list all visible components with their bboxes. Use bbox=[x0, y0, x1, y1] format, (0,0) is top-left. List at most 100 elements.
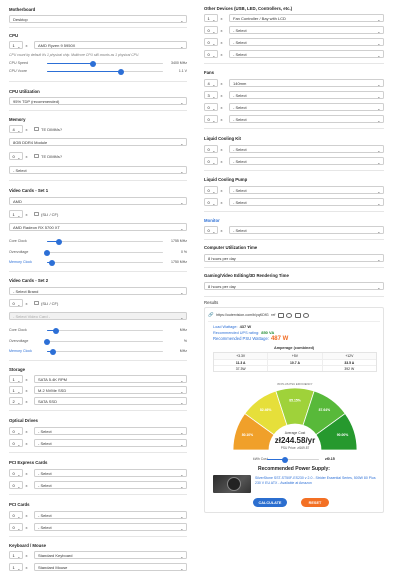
pcie-row-2-qty[interactable]: 0 ⌄ bbox=[9, 481, 23, 489]
pcie-row-2-select[interactable]: - Select ⌄ bbox=[34, 481, 187, 489]
pci-row-2-select[interactable]: - Select ⌄ bbox=[34, 523, 187, 531]
fans-row-2-select[interactable]: - Select ⌄ bbox=[229, 91, 384, 99]
chevron-down-icon: ⌄ bbox=[17, 483, 21, 489]
mouse-row-times: x bbox=[25, 564, 28, 570]
video-set2-core-clock-slider[interactable] bbox=[47, 327, 163, 334]
recommended-psu-link[interactable]: SilverStone SST-ST50F-ES230 v 2.0 - Stri… bbox=[255, 476, 379, 486]
results-url[interactable]: https://outervision.com/b/yqKDfG bbox=[216, 313, 269, 317]
chevron-down-icon: ⌄ bbox=[17, 429, 21, 435]
ups-rating-label: Recommended UPS rating: bbox=[213, 331, 260, 335]
other-row-3-select[interactable]: - Select ⌄ bbox=[229, 38, 384, 46]
storage-row-1-select[interactable]: SATA 5.4K RPM ⌄ bbox=[34, 375, 187, 383]
video-set2-overvoltage-slider[interactable] bbox=[44, 338, 163, 345]
video-set1-qty[interactable]: 1 ⌄ bbox=[9, 210, 23, 218]
video-set1-model-select[interactable]: AMD Radeon RX 5700 XT ⌄ bbox=[9, 223, 187, 231]
liquid-pump-row-2-select[interactable]: - Select ⌄ bbox=[229, 198, 384, 206]
video-set1-checkbox[interactable] bbox=[34, 211, 39, 217]
liquid-pump-row-2-qty[interactable]: 0 ⌄ bbox=[204, 198, 218, 206]
other-row-2-qty[interactable]: 0 ⌄ bbox=[204, 26, 218, 34]
pcie-row-1-select[interactable]: - Select ⌄ bbox=[34, 469, 187, 477]
memory-row-1-qty[interactable]: 4 ⌄ bbox=[9, 125, 23, 133]
cpu-speed-slider[interactable] bbox=[47, 60, 163, 67]
keyboard-row-qty[interactable]: 1 ⌄ bbox=[9, 551, 23, 559]
kwh-cost-slider[interactable] bbox=[267, 456, 319, 463]
pci-row-2-qty[interactable]: 0 ⌄ bbox=[9, 523, 23, 531]
storage-row-3-qty[interactable]: 2 ⌄ bbox=[9, 397, 23, 405]
optical-row-1-select[interactable]: - Select ⌄ bbox=[34, 427, 187, 435]
video-set1-brand-select[interactable]: AMD ⌄ bbox=[9, 197, 187, 205]
motherboard-select[interactable]: Desktop ⌄ bbox=[9, 15, 187, 23]
memory-module-1-select[interactable]: 8GB DDR4 Module ⌄ bbox=[9, 138, 187, 146]
video-set2-model-select[interactable]: - Select Video Card - ⌄ bbox=[9, 312, 187, 320]
video-set2-memory-clock-handle[interactable] bbox=[49, 348, 56, 355]
pci-row-1-select[interactable]: - Select ⌄ bbox=[34, 511, 187, 519]
memory-row-1-checkbox[interactable] bbox=[34, 126, 39, 132]
video-set1-memory-clock-handle[interactable] bbox=[48, 259, 55, 266]
optical-row-2-qty[interactable]: 0 ⌄ bbox=[9, 439, 23, 447]
reset-button[interactable]: RESET bbox=[301, 498, 329, 507]
storage-row-3-select[interactable]: SATA SSD ⌄ bbox=[34, 397, 187, 405]
storage-row-1-qty[interactable]: 1 ⌄ bbox=[9, 375, 23, 383]
storage-row-3-select-value: SATA SSD bbox=[38, 398, 57, 404]
other-row-3-qty[interactable]: 0 ⌄ bbox=[204, 38, 218, 46]
cpu-speed-handle[interactable] bbox=[90, 60, 97, 67]
fans-row-1-qty[interactable]: 4 ⌄ bbox=[204, 79, 218, 87]
gaming-time-select[interactable]: 8 hours per day ⌄ bbox=[204, 282, 384, 290]
video-set1-core-clock-handle[interactable] bbox=[55, 238, 62, 245]
tag-icon[interactable] bbox=[277, 312, 284, 318]
cpu-vcore-handle[interactable] bbox=[118, 68, 125, 75]
cpu-qty[interactable]: 1 ⌄ bbox=[9, 41, 23, 49]
calculate-button[interactable]: CALCULATE bbox=[253, 498, 287, 507]
pci-row-1-qty[interactable]: 0 ⌄ bbox=[9, 511, 23, 519]
amperage-cell: 37.3W bbox=[235, 366, 246, 371]
video-set2-qty[interactable]: 0 ⌄ bbox=[9, 299, 23, 307]
mouse-row-qty[interactable]: 1 ⌄ bbox=[9, 563, 23, 571]
liquid-kit-row-1-select[interactable]: - Select ⌄ bbox=[229, 145, 384, 153]
reddit-icon[interactable] bbox=[294, 312, 301, 318]
fans-row-2-qty[interactable]: 3 ⌄ bbox=[204, 91, 218, 99]
fans-row-3-qty[interactable]: 0 ⌄ bbox=[204, 103, 218, 111]
storage-row-2-select[interactable]: M.2 NVMe SSD ⌄ bbox=[34, 386, 187, 394]
computer-utilization-time-select[interactable]: 8 hours per day ⌄ bbox=[204, 254, 384, 262]
liquid-kit-row-2-qty[interactable]: 0 ⌄ bbox=[204, 157, 218, 165]
cpu-select[interactable]: AMD Ryzen 9 5950X ⌄ bbox=[34, 41, 187, 49]
monitor-row-1-select[interactable]: - Select ⌄ bbox=[229, 226, 384, 234]
liquid-kit-row-2-select[interactable]: - Select ⌄ bbox=[229, 157, 384, 165]
video-set2-memory-clock-slider[interactable] bbox=[47, 348, 163, 355]
video-set2-brand-select[interactable]: - Select Brand ⌄ bbox=[9, 287, 187, 295]
video-set2-core-clock-handle[interactable] bbox=[53, 327, 60, 334]
other-row-4-qty[interactable]: 0 ⌄ bbox=[204, 50, 218, 58]
share-icon[interactable] bbox=[303, 312, 310, 318]
other-row-1-qty[interactable]: 1 ⌄ bbox=[204, 14, 218, 22]
cpu-utilization-select[interactable]: 95% TDP (recommended) ⌄ bbox=[9, 97, 187, 105]
liquid-kit-row-1-qty[interactable]: 0 ⌄ bbox=[204, 145, 218, 153]
memory-module-2-select[interactable]: - Select ⌄ bbox=[9, 166, 187, 174]
liquid-pump-row-1-select[interactable]: - Select ⌄ bbox=[229, 186, 384, 194]
video-set2-overvoltage-handle[interactable] bbox=[44, 338, 50, 345]
forum-icon[interactable] bbox=[286, 312, 293, 318]
fans-row-1-select[interactable]: 140mm ⌄ bbox=[229, 79, 384, 87]
video-set1-core-clock-slider[interactable] bbox=[47, 238, 163, 245]
video-set1-overvoltage-slider[interactable] bbox=[44, 249, 163, 256]
fans-row-4-select[interactable]: - Select ⌄ bbox=[229, 115, 384, 123]
other-row-2-select[interactable]: - Select ⌄ bbox=[229, 26, 384, 34]
other-row-4-select[interactable]: - Select ⌄ bbox=[229, 50, 384, 58]
kwh-cost-handle[interactable] bbox=[282, 456, 289, 463]
keyboard-row-select[interactable]: Standard Keyboard ⌄ bbox=[34, 551, 187, 559]
video-set1-overvoltage-handle[interactable] bbox=[44, 249, 50, 256]
memory-row-2-checkbox[interactable] bbox=[34, 153, 39, 159]
mouse-row-select[interactable]: Standard Mouse ⌄ bbox=[34, 563, 187, 571]
liquid-pump-row-1-qty[interactable]: 0 ⌄ bbox=[204, 186, 218, 194]
pcie-row-1-qty[interactable]: 0 ⌄ bbox=[9, 469, 23, 477]
video-set2-checkbox[interactable] bbox=[34, 300, 39, 306]
fans-row-4-qty[interactable]: 0 ⌄ bbox=[204, 115, 218, 123]
fans-row-3-select[interactable]: - Select ⌄ bbox=[229, 103, 384, 111]
video-set1-memory-clock-slider[interactable] bbox=[47, 259, 163, 266]
monitor-row-1-qty[interactable]: 0 ⌄ bbox=[204, 226, 218, 234]
optical-row-2-select[interactable]: - Select ⌄ bbox=[34, 439, 187, 447]
storage-row-2-qty[interactable]: 1 ⌄ bbox=[9, 386, 23, 394]
optical-row-1-qty[interactable]: 0 ⌄ bbox=[9, 427, 23, 435]
cpu-vcore-slider[interactable] bbox=[47, 68, 163, 75]
memory-row-2-qty[interactable]: 0 ⌄ bbox=[9, 152, 23, 160]
other-row-1-select[interactable]: Fan Controller / Bay with LCD ⌄ bbox=[229, 14, 384, 22]
